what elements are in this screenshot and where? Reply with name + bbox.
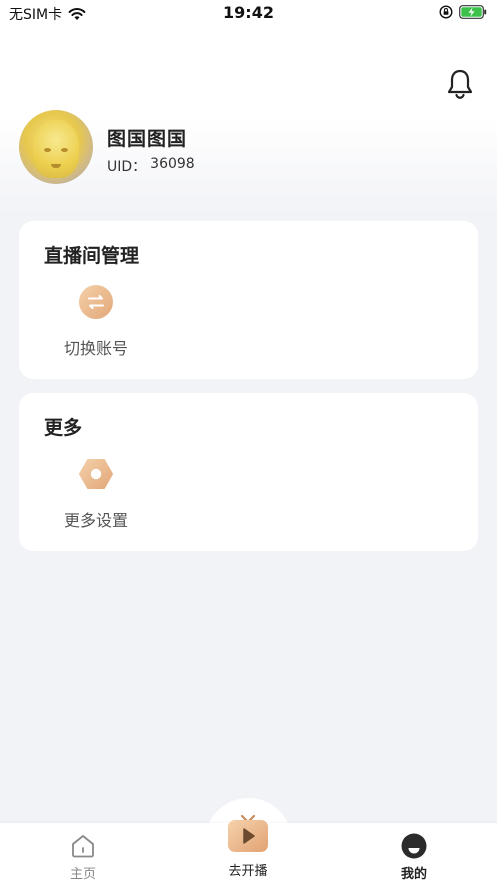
switch-account-label: 切换账号 [63,339,128,358]
more-card: 更多 更多设置 [19,393,478,551]
tab-mine-label: 我的 [400,867,427,882]
tab-mine[interactable]: 我的 [364,833,464,882]
more-title: 更多 [44,417,83,439]
username: 图国图国 [107,128,188,150]
switch-account-icon [79,285,113,319]
user-avatar[interactable] [19,110,93,184]
status-bar: 无SIM卡 19:42 [0,0,497,26]
status-time: 19:42 [223,3,274,22]
tab-start-live[interactable]: 去开播 [198,812,298,879]
more-settings-button[interactable]: 更多设置 [56,457,136,531]
notification-bell-icon[interactable] [446,68,474,100]
battery-charging-icon [459,5,487,19]
uid-value: 36098 [150,156,195,172]
start-live-tv-icon [228,814,268,852]
tab-home-label: 主页 [69,867,96,882]
home-icon [72,835,94,858]
avatar-image [33,120,79,178]
live-management-title: 直播间管理 [44,245,140,267]
uid-label: UID： [107,159,147,175]
live-management-card: 直播间管理 切换账号 [19,221,478,379]
tab-home[interactable]: 主页 [33,833,133,882]
profile-avatar-icon [401,833,427,859]
more-settings-label: 更多设置 [63,511,128,530]
header-background [0,0,497,215]
orientation-lock-icon [439,5,453,19]
tab-start-live-label: 去开播 [228,864,268,879]
settings-hexagon-icon [79,459,113,489]
switch-account-button[interactable]: 切换账号 [56,285,136,359]
user-id: UID： 36098 [107,156,195,176]
